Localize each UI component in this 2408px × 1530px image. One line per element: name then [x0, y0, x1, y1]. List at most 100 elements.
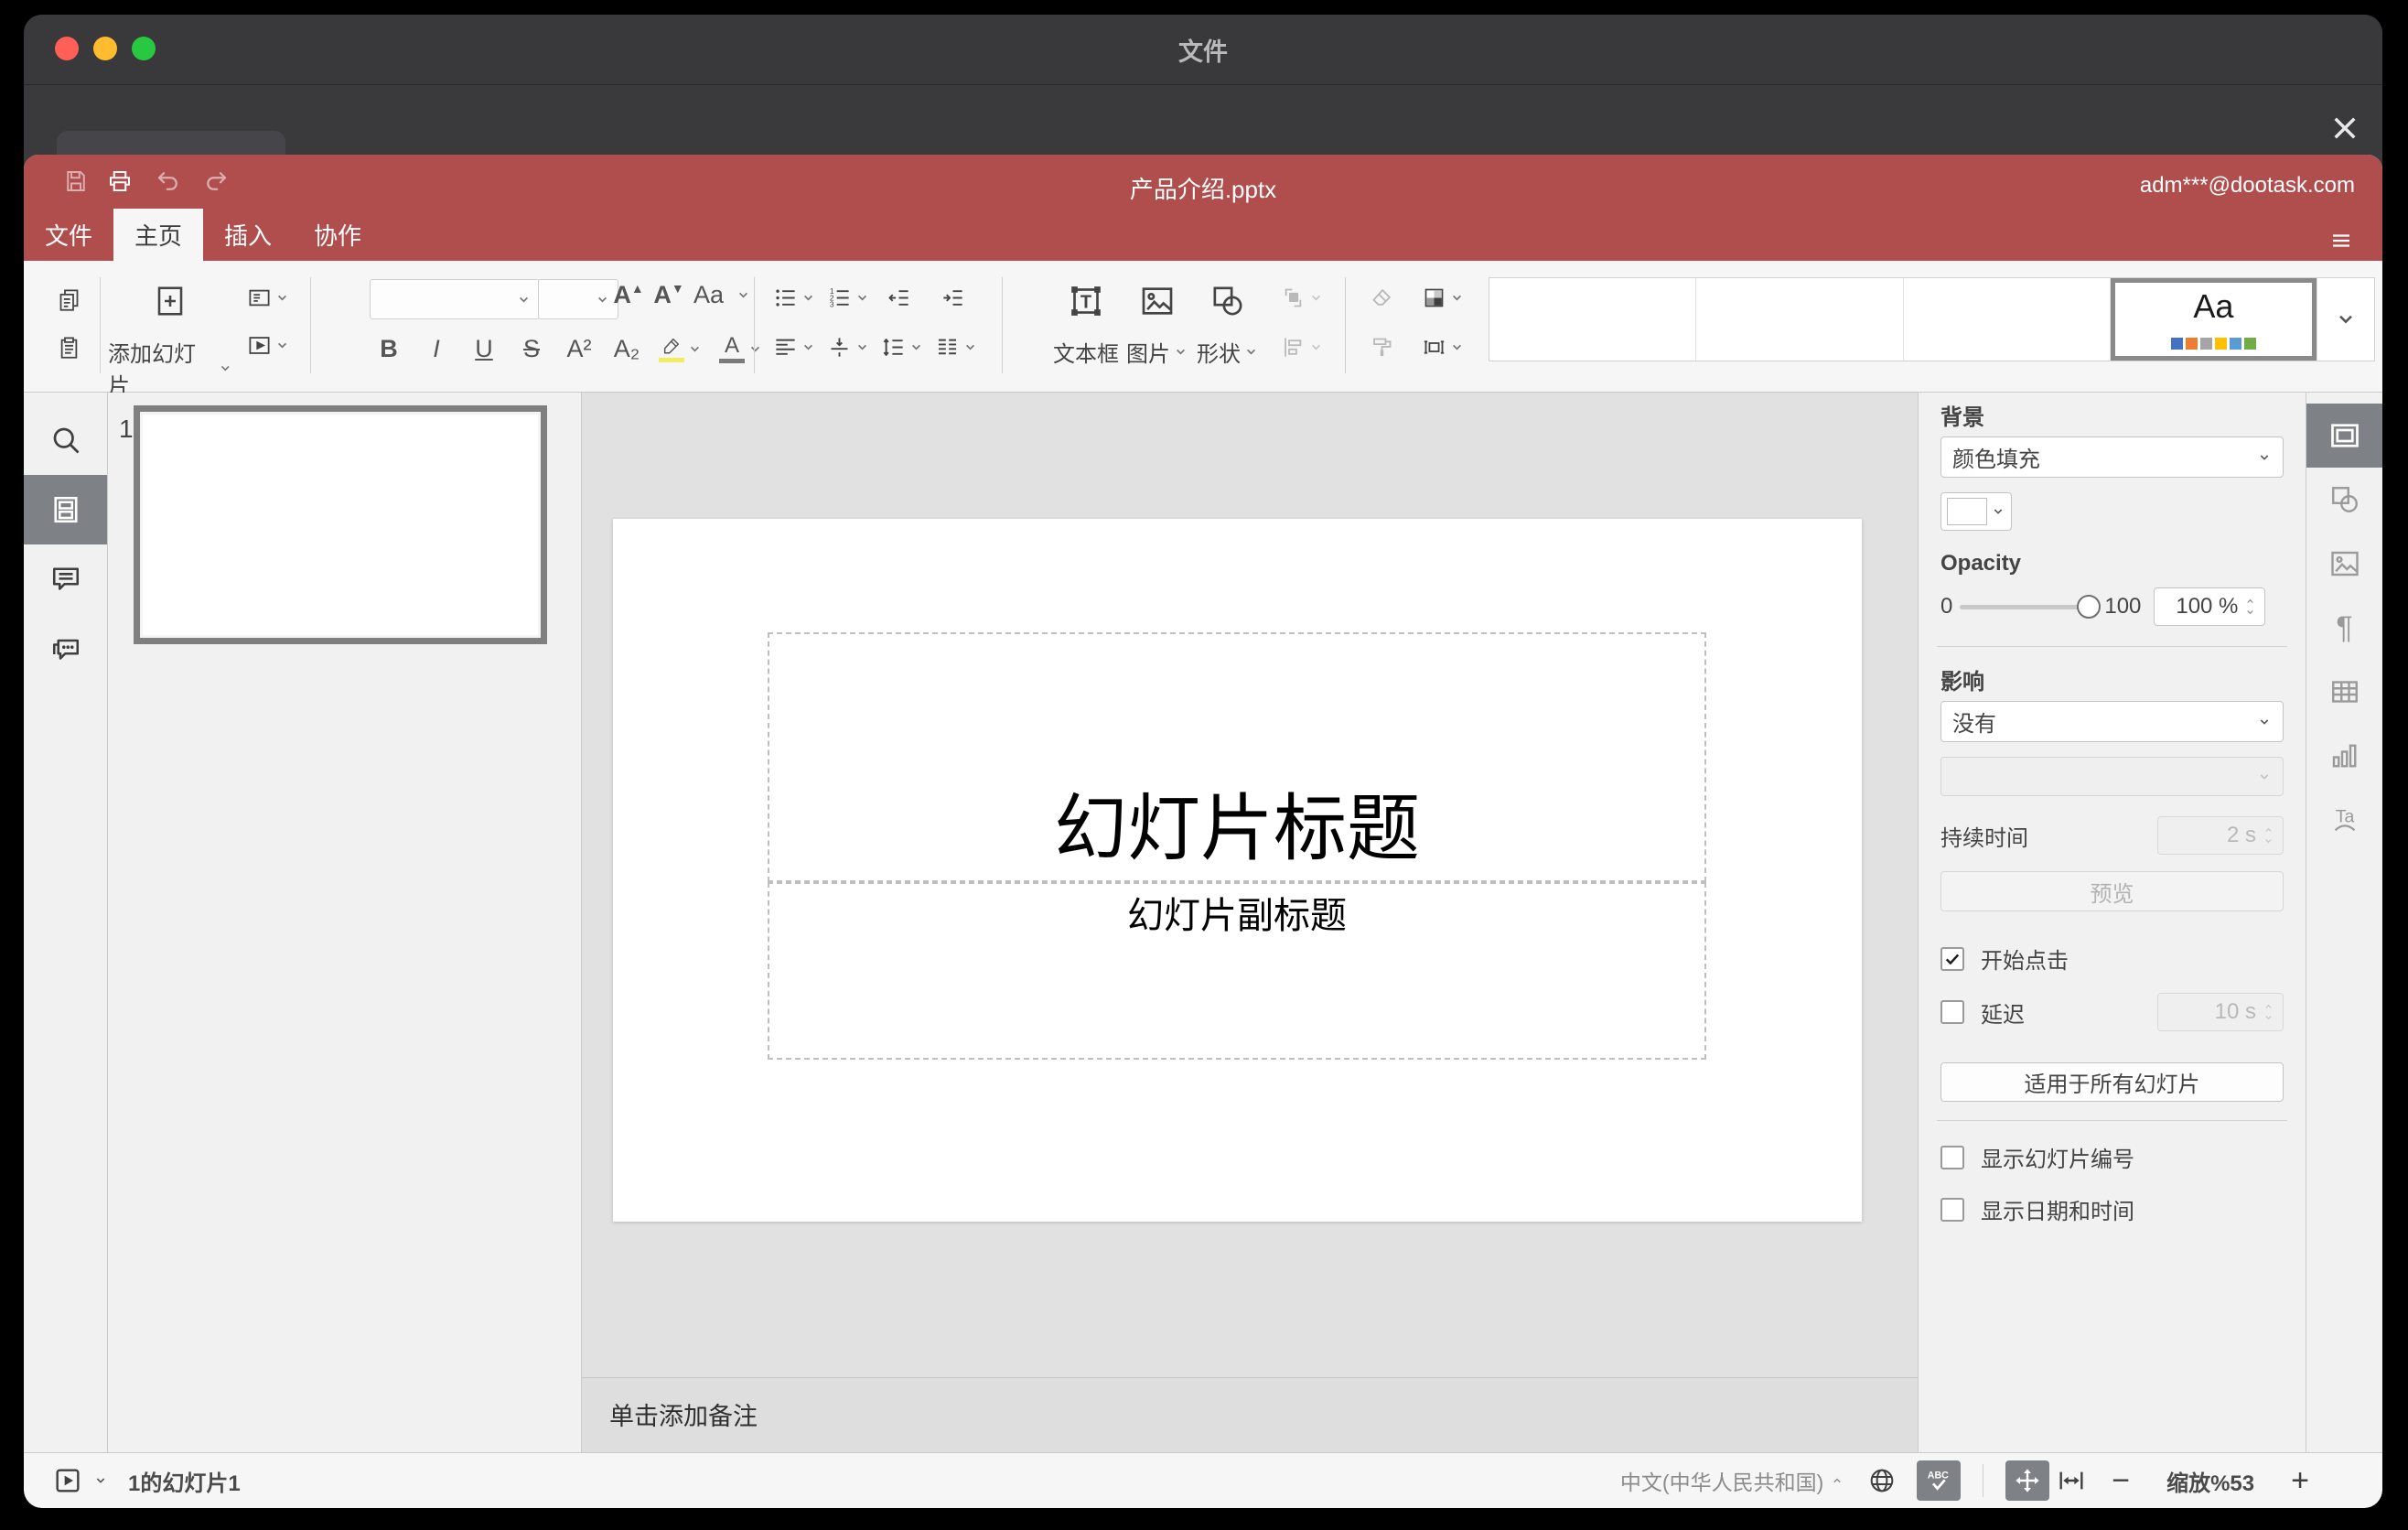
zoom-out-button[interactable]: − — [2112, 1465, 2130, 1496]
align-shape-icon — [1281, 335, 1306, 360]
highlight-color-button[interactable] — [659, 336, 703, 362]
home-toolbar: 添加幻灯片 A▲ A▼ Aa B I U S A² A₂ A 文本框 图片 形状… — [24, 261, 2382, 399]
sidebar-item-comments[interactable] — [24, 544, 107, 614]
italic-button[interactable]: I — [421, 335, 452, 363]
sidebar-item-image-settings[interactable] — [2306, 532, 2382, 596]
start-slideshow-status-icon[interactable] — [53, 1466, 82, 1495]
sidebar-item-chat[interactable] — [24, 614, 107, 684]
fit-to-width-icon[interactable] — [2057, 1466, 2086, 1495]
slide-size-button[interactable] — [1422, 335, 1465, 360]
apply-to-all-slides-button[interactable]: 适用于所有幻灯片 — [1940, 1062, 2284, 1102]
bullet-list-button[interactable] — [773, 286, 816, 310]
effect-select[interactable]: 没有 — [1940, 701, 2284, 742]
close-icon[interactable] — [2327, 111, 2362, 145]
language-selector[interactable]: 中文(中华人民共和国) — [1620, 1465, 1844, 1496]
font-color-button[interactable]: A — [719, 334, 763, 363]
slide-canvas[interactable]: 幻灯片标题 幻灯片副标题 — [582, 393, 1918, 1377]
slide-fill-button[interactable] — [1422, 286, 1465, 310]
theme-option-selected[interactable]: Aa — [2111, 278, 2317, 361]
sidebar-item-search[interactable] — [24, 405, 107, 475]
start-on-click-checkbox[interactable] — [1940, 946, 1964, 971]
align-shape-button[interactable] — [1281, 335, 1324, 360]
subtitle-placeholder[interactable]: 幻灯片副标题 — [768, 882, 1706, 1060]
fill-color-picker[interactable] — [1940, 492, 2012, 531]
vertical-align-button[interactable] — [827, 335, 870, 360]
zoom-in-button[interactable]: + — [2291, 1465, 2309, 1496]
delay-checkbox[interactable] — [1940, 1000, 1964, 1024]
ribbon-tabs: 文件 主页 插入 协作 — [24, 209, 382, 261]
start-slideshow-button[interactable] — [247, 333, 290, 358]
menu-icon[interactable] — [2327, 230, 2355, 252]
columns-button[interactable] — [935, 335, 978, 360]
slide-layout-button[interactable] — [247, 286, 290, 310]
increase-indent-icon[interactable] — [941, 286, 965, 310]
horizontal-align-button[interactable] — [773, 335, 816, 360]
start-slideshow-icon — [247, 333, 272, 358]
show-date-time-checkbox[interactable] — [1940, 1197, 1964, 1222]
theme-option-3[interactable] — [1904, 278, 2111, 361]
fill-color-swatch — [1947, 498, 1987, 525]
decrement-font-button[interactable]: A▼ — [653, 281, 684, 309]
bold-button[interactable]: B — [373, 335, 404, 363]
slide-title-text: 幻灯片标题 — [1054, 788, 1420, 869]
spin-up-icon[interactable] — [2243, 596, 2257, 607]
opacity-slider[interactable] — [1960, 595, 2102, 619]
spell-check-button[interactable] — [1917, 1460, 1962, 1501]
bullet-list-icon — [773, 286, 798, 310]
insert-textbox-button[interactable]: 文本框 — [1051, 261, 1121, 392]
fit-to-slide-button[interactable] — [2005, 1460, 2050, 1501]
font-name-select[interactable] — [370, 279, 540, 319]
sidebar-item-paragraph-settings[interactable]: ¶ — [2306, 596, 2382, 660]
opacity-spinner[interactable]: 100 % — [2154, 587, 2266, 626]
sidebar-item-slides[interactable] — [24, 475, 107, 544]
tab-insert[interactable]: 插入 — [203, 209, 293, 261]
sidebar-item-slide-settings[interactable] — [2306, 404, 2382, 468]
subscript-button[interactable]: A₂ — [611, 335, 642, 363]
chevron-down-icon — [274, 290, 290, 306]
chevron-down-icon[interactable] — [736, 287, 751, 303]
line-spacing-icon — [881, 335, 906, 360]
sidebar-item-table-settings[interactable] — [2306, 660, 2382, 724]
arrange-shape-button[interactable] — [1281, 286, 1324, 310]
sidebar-item-shape-settings[interactable] — [2306, 468, 2382, 532]
theme-gallery-expand[interactable] — [2317, 278, 2374, 361]
sidebar-item-textart-settings[interactable] — [2306, 788, 2382, 852]
clear-style-icon[interactable] — [1370, 286, 1394, 310]
title-placeholder[interactable]: 幻灯片标题 — [768, 632, 1706, 882]
decrease-indent-icon[interactable] — [887, 286, 911, 310]
theme-option-1[interactable] — [1489, 278, 1697, 361]
insert-image-button[interactable]: 图片 — [1123, 261, 1192, 392]
copy-style-icon[interactable] — [1370, 335, 1394, 360]
underline-button[interactable]: U — [468, 335, 500, 363]
delay-spinner: 10 s — [2157, 993, 2284, 1031]
add-slide-button[interactable]: 添加幻灯片 — [108, 261, 232, 399]
superscript-button[interactable]: A² — [564, 335, 595, 363]
set-language-icon[interactable] — [1867, 1466, 1897, 1495]
fill-type-select[interactable]: 颜色填充 — [1940, 436, 2284, 478]
slide-thumbnail[interactable] — [134, 405, 547, 644]
increment-font-button[interactable]: A▲ — [613, 281, 644, 309]
font-size-select[interactable] — [538, 279, 618, 319]
copy-icon[interactable] — [57, 287, 81, 312]
textart-icon — [2328, 803, 2361, 836]
line-spacing-button[interactable] — [881, 335, 924, 360]
notes-area[interactable]: 单击添加备注 — [582, 1377, 1918, 1452]
spin-up-icon — [2262, 1001, 2275, 1012]
spin-down-icon[interactable] — [2243, 607, 2257, 618]
sidebar-item-chart-settings[interactable] — [2306, 724, 2382, 788]
tab-collaboration[interactable]: 协作 — [293, 209, 382, 261]
show-slide-number-checkbox[interactable] — [1940, 1145, 1964, 1169]
chevron-down-icon — [2257, 715, 2272, 729]
slide[interactable]: 幻灯片标题 幻灯片副标题 — [613, 519, 1862, 1222]
tab-file[interactable]: 文件 — [24, 209, 113, 261]
numbered-list-button[interactable] — [827, 286, 870, 310]
theme-option-2[interactable] — [1696, 278, 1904, 361]
paste-icon[interactable] — [57, 335, 81, 360]
editor-column: 幻灯片标题 幻灯片副标题 单击添加备注 — [582, 393, 1918, 1452]
strikethrough-button[interactable]: S — [516, 335, 547, 363]
change-case-button[interactable]: Aa — [693, 281, 724, 309]
insert-shape-button[interactable]: 形状 — [1193, 261, 1263, 392]
chevron-down-icon[interactable] — [93, 1473, 108, 1488]
tab-home[interactable]: 主页 — [113, 209, 204, 261]
opacity-slider-knob[interactable] — [2077, 595, 2102, 619]
